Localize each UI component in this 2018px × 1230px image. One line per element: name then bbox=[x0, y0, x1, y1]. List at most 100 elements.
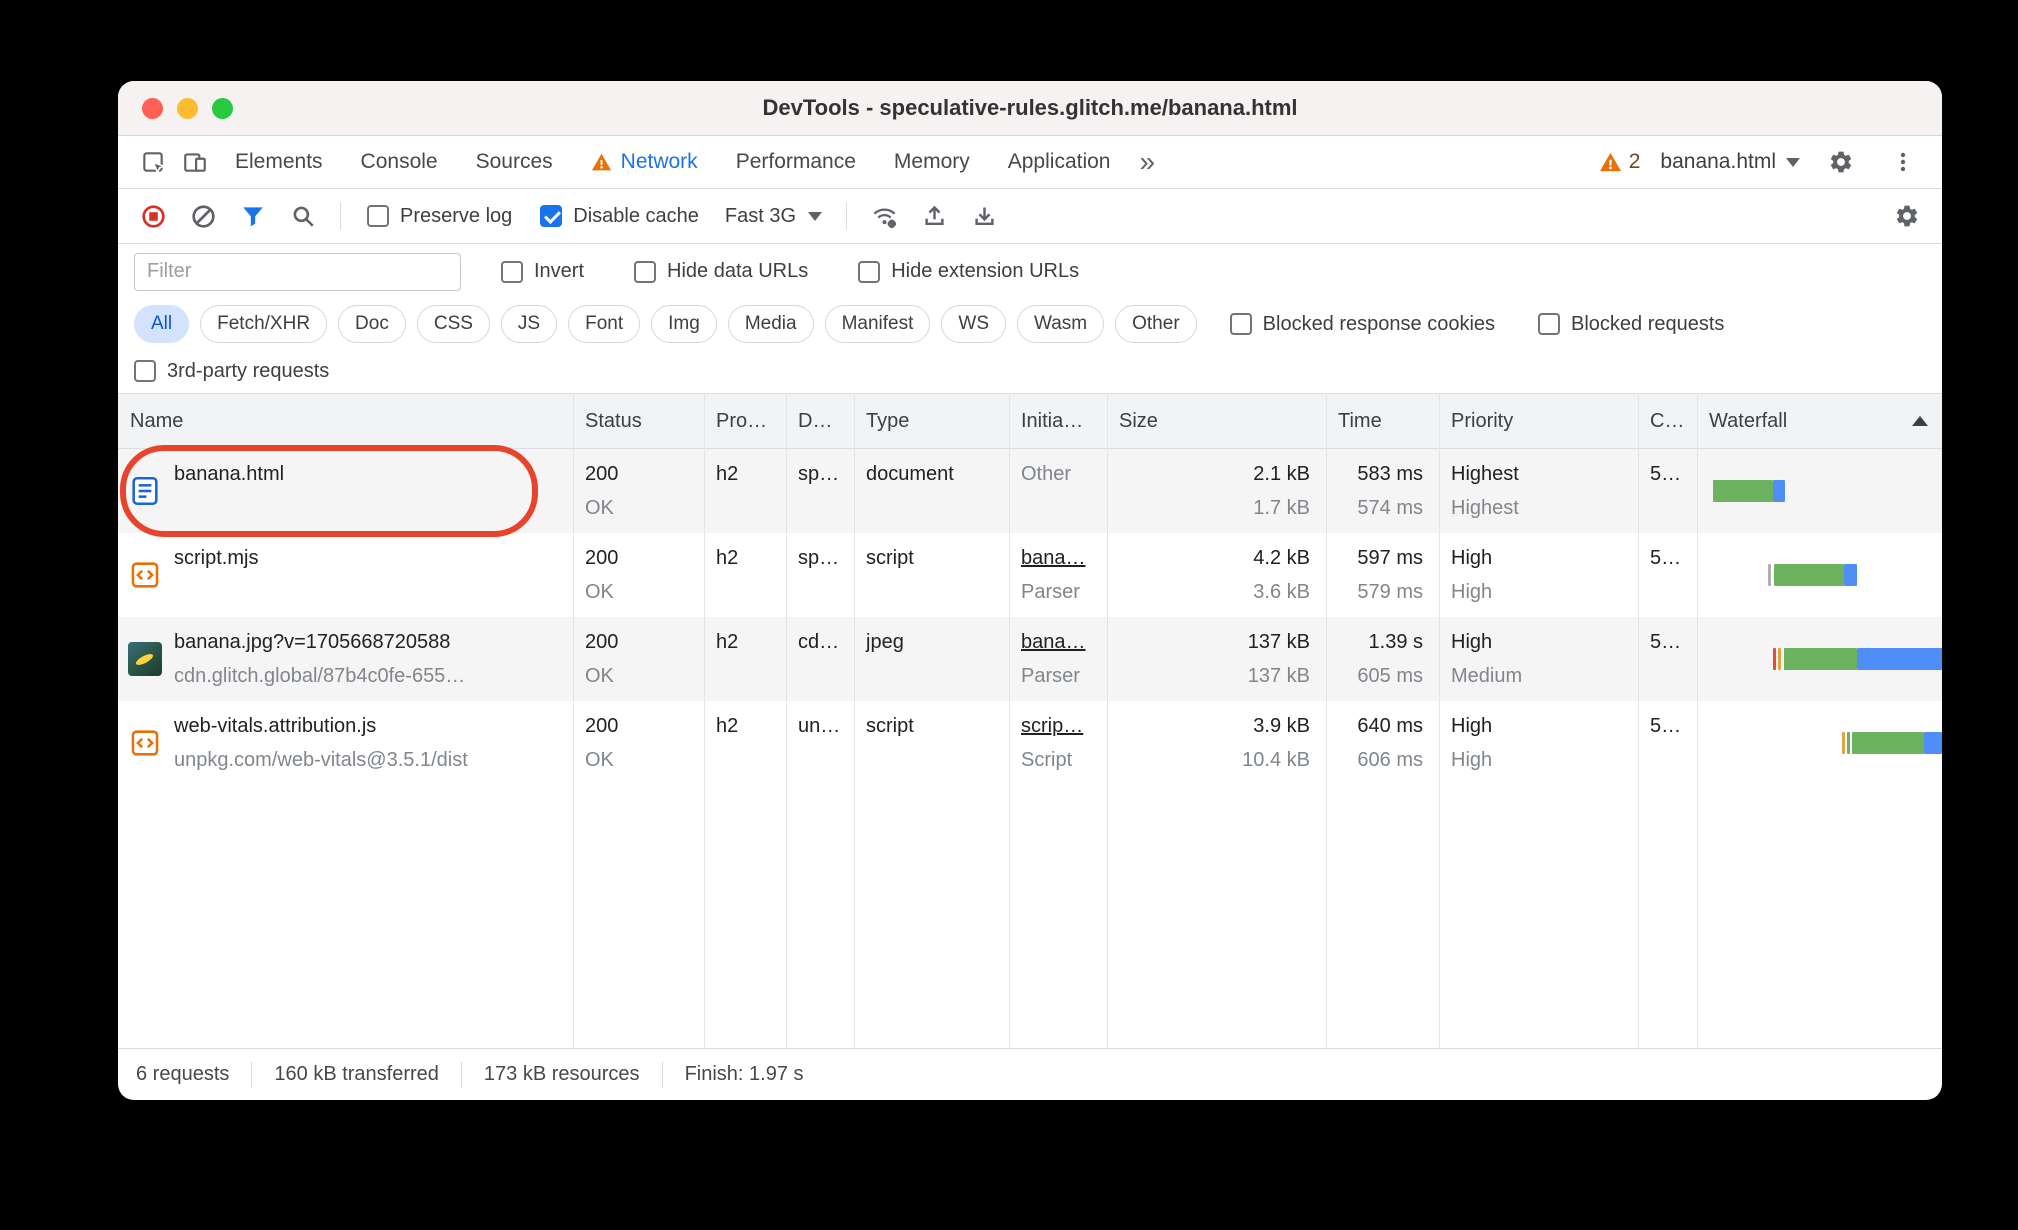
column-header-connection[interactable]: C… bbox=[1638, 410, 1697, 433]
table-header: Name Status Pro… D… Type Initia… Size Ti… bbox=[118, 393, 1942, 449]
column-header-type[interactable]: Type bbox=[854, 410, 1009, 433]
initiator: Other bbox=[1021, 463, 1072, 485]
table-row-script-mjs[interactable]: script.mjs 200 OK h2 sp… script bana… Pars… bbox=[118, 533, 1942, 617]
export-har-icon[interactable] bbox=[963, 195, 1005, 237]
network-warning-icon bbox=[591, 153, 611, 170]
third-party-requests-checkbox[interactable]: 3rd-party requests bbox=[134, 360, 329, 383]
filter-row: Invert Hide data URLs Hide extension URL… bbox=[118, 244, 1942, 299]
table-body: banana.html 200 OK h2 sp… document Other … bbox=[118, 449, 1942, 1048]
chevron-down-icon bbox=[1786, 157, 1800, 167]
finish-time: Finish: 1.97 s bbox=[684, 1063, 804, 1085]
column-header-name[interactable]: Name bbox=[118, 410, 573, 433]
pill-doc[interactable]: Doc bbox=[338, 305, 406, 343]
column-header-protocol[interactable]: Pro… bbox=[704, 410, 786, 433]
window-titlebar[interactable]: DevTools - speculative-rules.glitch.me/b… bbox=[118, 81, 1942, 136]
column-header-status[interactable]: Status bbox=[573, 410, 704, 433]
pill-img[interactable]: Img bbox=[651, 305, 717, 343]
blocked-requests-checkbox[interactable]: Blocked requests bbox=[1538, 313, 1724, 336]
checkbox-unchecked[interactable] bbox=[1538, 313, 1561, 335]
resource-type-filters: All Fetch/XHR Doc CSS JS Font Img Media … bbox=[118, 299, 1942, 349]
checkbox-unchecked[interactable] bbox=[858, 260, 881, 283]
tab-sources[interactable]: Sources bbox=[457, 136, 572, 188]
pill-wasm[interactable]: Wasm bbox=[1017, 305, 1105, 343]
waterfall-cell bbox=[1697, 617, 1942, 701]
initiator-link[interactable]: bana… bbox=[1021, 541, 1107, 575]
warning-icon bbox=[1599, 152, 1621, 171]
inspect-element-icon[interactable] bbox=[132, 141, 174, 183]
status-code: 200 bbox=[585, 463, 619, 485]
pill-all[interactable]: All bbox=[134, 305, 190, 343]
chevron-down-icon bbox=[808, 211, 823, 221]
pill-ws[interactable]: WS bbox=[941, 305, 1006, 343]
connection-id: 5… bbox=[1650, 463, 1682, 485]
column-header-priority[interactable]: Priority bbox=[1439, 410, 1638, 433]
hide-extension-urls-checkbox[interactable]: Hide extension URLs bbox=[858, 260, 1079, 283]
document-file-icon bbox=[128, 474, 162, 508]
pill-js[interactable]: JS bbox=[500, 305, 558, 343]
checkbox-unchecked[interactable] bbox=[367, 205, 389, 227]
record-network-log-icon[interactable] bbox=[132, 195, 174, 237]
blocked-response-cookies-checkbox[interactable]: Blocked response cookies bbox=[1229, 313, 1495, 336]
throttling-dropdown[interactable]: Fast 3G bbox=[725, 205, 823, 228]
pill-font[interactable]: Font bbox=[568, 305, 641, 343]
column-header-size[interactable]: Size bbox=[1107, 410, 1326, 433]
type: document bbox=[866, 463, 954, 485]
transferred-size: 160 kB transferred bbox=[274, 1063, 439, 1085]
checkbox-unchecked[interactable] bbox=[1229, 313, 1252, 335]
settings-gear-icon[interactable] bbox=[1820, 141, 1862, 183]
script-file-icon bbox=[128, 558, 162, 592]
table-row-banana-html[interactable]: banana.html 200 OK h2 sp… document Other … bbox=[118, 449, 1942, 533]
more-options-kebab-icon[interactable] bbox=[1882, 141, 1924, 183]
invert-checkbox[interactable]: Invert bbox=[501, 260, 584, 283]
disable-cache-checkbox[interactable]: Disable cache bbox=[540, 205, 699, 228]
tab-application[interactable]: Application bbox=[989, 136, 1130, 188]
column-header-time[interactable]: Time bbox=[1326, 410, 1439, 433]
filter-input[interactable] bbox=[134, 252, 461, 291]
network-conditions-icon[interactable] bbox=[863, 195, 905, 237]
requests-table: Name Status Pro… D… Type Initia… Size Ti… bbox=[118, 393, 1942, 1048]
search-icon[interactable] bbox=[282, 195, 324, 237]
pill-media[interactable]: Media bbox=[727, 305, 814, 343]
sort-ascending-icon bbox=[1912, 416, 1928, 426]
waterfall-cell bbox=[1697, 533, 1942, 617]
tab-network[interactable]: Network bbox=[572, 136, 717, 188]
pill-css[interactable]: CSS bbox=[416, 305, 490, 343]
page-selector-dropdown[interactable]: banana.html bbox=[1660, 150, 1800, 174]
column-header-domain[interactable]: D… bbox=[786, 410, 854, 433]
image-thumbnail-icon bbox=[128, 642, 162, 676]
waterfall-cell bbox=[1697, 701, 1942, 785]
hide-data-urls-checkbox[interactable]: Hide data URLs bbox=[634, 260, 808, 283]
pill-other[interactable]: Other bbox=[1115, 305, 1197, 343]
initiator-link[interactable]: scrip… bbox=[1021, 709, 1107, 743]
checkbox-unchecked[interactable] bbox=[634, 260, 657, 283]
column-header-waterfall[interactable]: Waterfall bbox=[1697, 410, 1942, 433]
third-party-row: 3rd-party requests bbox=[118, 349, 1942, 393]
tab-memory[interactable]: Memory bbox=[875, 136, 989, 188]
issues-badge[interactable]: 2 bbox=[1599, 150, 1640, 174]
checkbox-unchecked[interactable] bbox=[134, 360, 156, 382]
more-tabs-icon[interactable]: » bbox=[1129, 146, 1165, 178]
initiator-link[interactable]: bana… bbox=[1021, 625, 1107, 659]
device-toolbar-icon[interactable] bbox=[174, 141, 216, 183]
checkbox-unchecked[interactable] bbox=[501, 260, 523, 283]
network-settings-gear-icon[interactable] bbox=[1886, 195, 1928, 237]
table-row-banana-jpg[interactable]: banana.jpg?v=1705668720588 cdn.glitch.gl… bbox=[118, 617, 1942, 701]
resources-size: 173 kB resources bbox=[483, 1063, 640, 1085]
preserve-log-checkbox[interactable]: Preserve log bbox=[367, 205, 512, 228]
column-header-initiator[interactable]: Initia… bbox=[1009, 410, 1107, 433]
tab-performance[interactable]: Performance bbox=[717, 136, 875, 188]
clear-network-log-icon[interactable] bbox=[182, 195, 224, 237]
checkbox-checked[interactable] bbox=[540, 205, 563, 227]
pill-manifest[interactable]: Manifest bbox=[824, 305, 931, 343]
pill-fetch-xhr[interactable]: Fetch/XHR bbox=[200, 305, 328, 343]
tab-console[interactable]: Console bbox=[342, 136, 457, 188]
import-har-icon[interactable] bbox=[913, 195, 955, 237]
table-row-web-vitals[interactable]: web-vitals.attribution.js unpkg.com/web-… bbox=[118, 701, 1942, 785]
requests-count: 6 requests bbox=[136, 1063, 230, 1085]
filter-funnel-icon[interactable] bbox=[232, 195, 274, 237]
window-title: DevTools - speculative-rules.glitch.me/b… bbox=[762, 95, 1298, 120]
tab-elements[interactable]: Elements bbox=[216, 136, 342, 188]
domain: sp… bbox=[798, 463, 840, 485]
request-name: script.mjs bbox=[174, 547, 259, 569]
waterfall-cell bbox=[1697, 449, 1942, 533]
